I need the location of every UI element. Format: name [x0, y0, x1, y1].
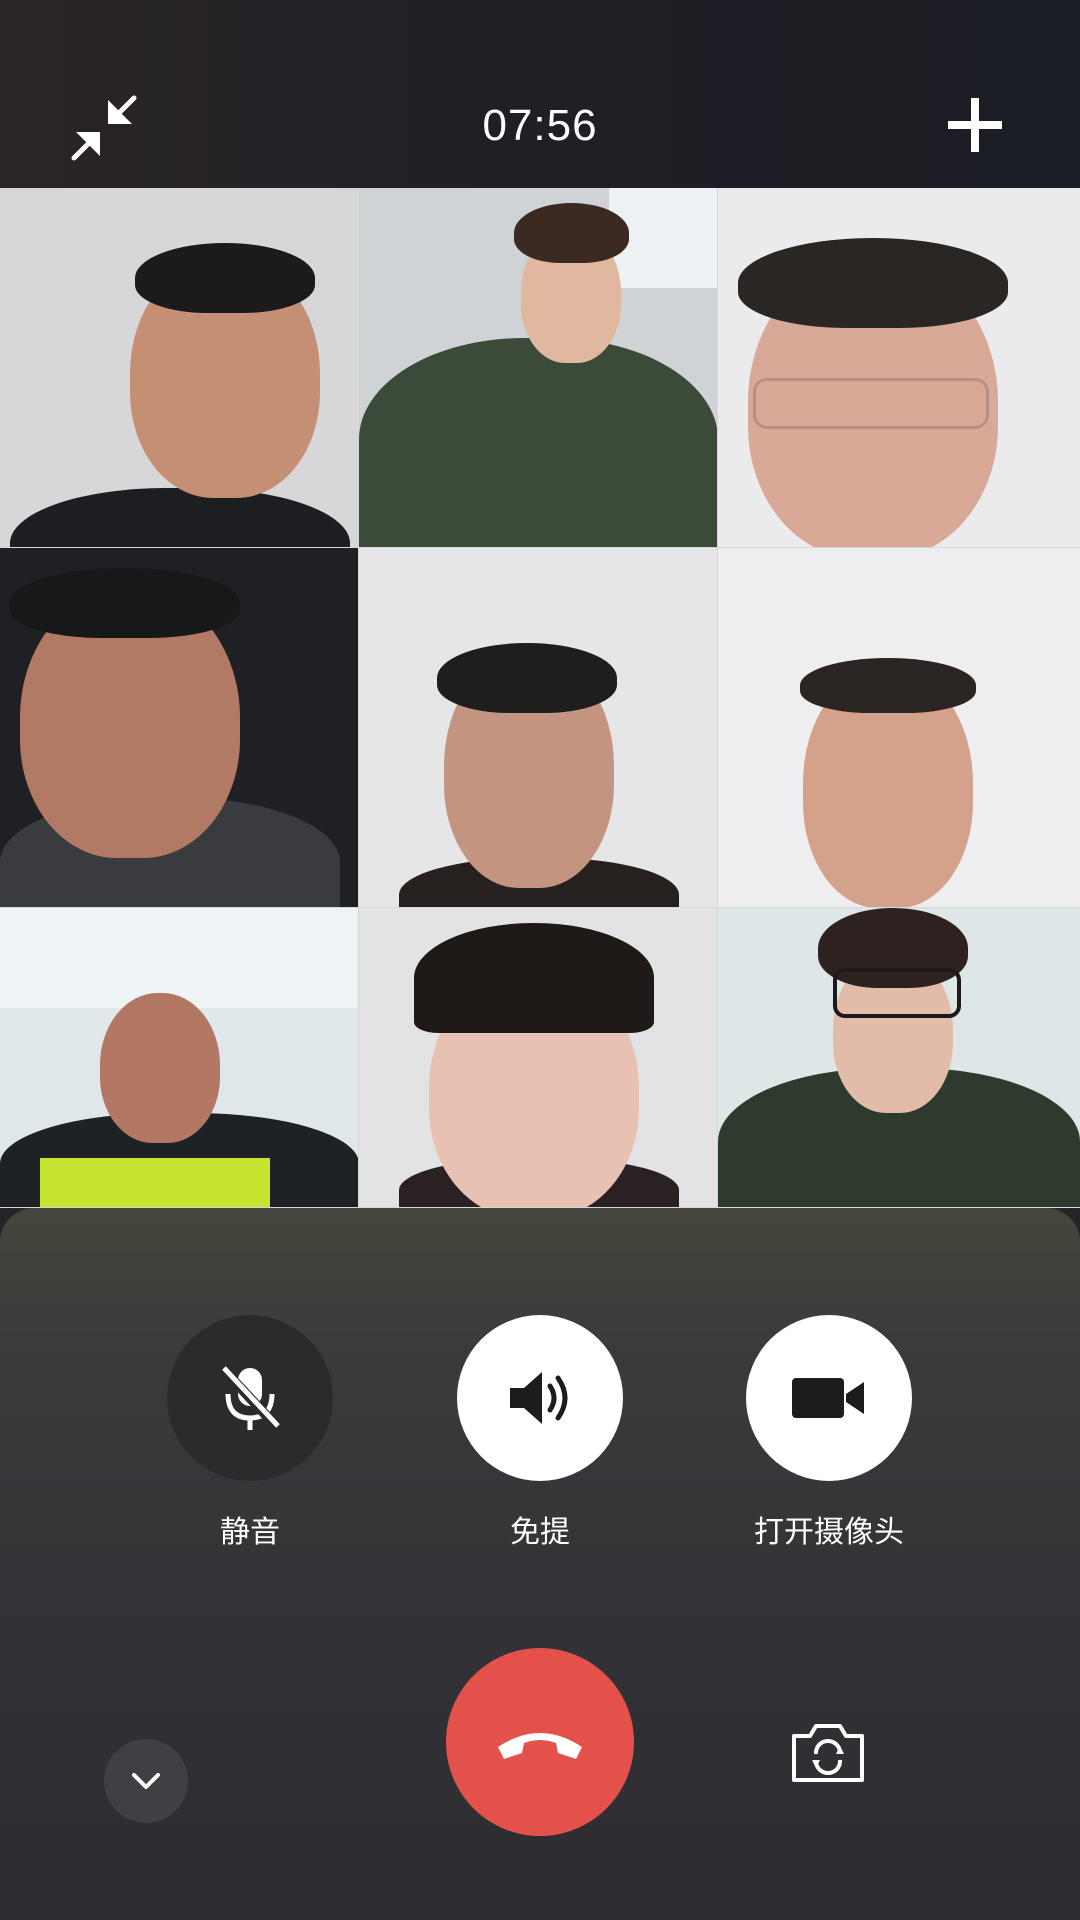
hang-up-button[interactable]	[446, 1648, 634, 1836]
participant-video-tile[interactable]	[718, 908, 1080, 1208]
flip-camera-button[interactable]	[787, 1712, 869, 1794]
flip-camera-icon	[792, 1724, 864, 1782]
participant-video-tile[interactable]	[0, 188, 359, 548]
participant-video-tile[interactable]	[718, 188, 1080, 548]
video-call-screen: 07:56 静音 免提 打开摄像头	[0, 0, 1080, 1920]
participant-video-tile[interactable]	[718, 548, 1080, 908]
video-camera-icon	[792, 1378, 864, 1418]
call-timer: 07:56	[482, 101, 598, 150]
participant-grid	[0, 188, 1080, 1208]
speaker-icon	[510, 1372, 568, 1424]
collapse-panel-button[interactable]	[104, 1739, 188, 1823]
add-participant-button[interactable]	[940, 90, 1010, 160]
participant-video-tile[interactable]	[0, 548, 359, 908]
speaker-label: 免提	[510, 1515, 570, 1550]
speaker-button[interactable]	[457, 1315, 623, 1481]
camera-label: 打开摄像头	[754, 1515, 904, 1550]
camera-control: 打开摄像头	[746, 1315, 912, 1553]
speaker-control: 免提	[457, 1315, 623, 1553]
mute-control: 静音	[167, 1315, 333, 1553]
call-top-bar: 07:56	[0, 0, 1080, 188]
call-controls-panel: 静音 免提 打开摄像头	[0, 1208, 1080, 1920]
camera-button[interactable]	[746, 1315, 912, 1481]
mute-button[interactable]	[167, 1315, 333, 1481]
participant-video-tile[interactable]	[359, 548, 718, 908]
chevron-down-icon	[132, 1773, 160, 1789]
participant-video-tile[interactable]	[0, 908, 359, 1208]
plus-icon	[948, 98, 1002, 152]
mute-label: 静音	[220, 1515, 280, 1550]
participant-video-tile[interactable]	[359, 908, 718, 1208]
microphone-off-icon	[218, 1364, 282, 1432]
phone-hangup-icon	[498, 1733, 582, 1759]
participant-video-tile[interactable]	[359, 188, 718, 548]
